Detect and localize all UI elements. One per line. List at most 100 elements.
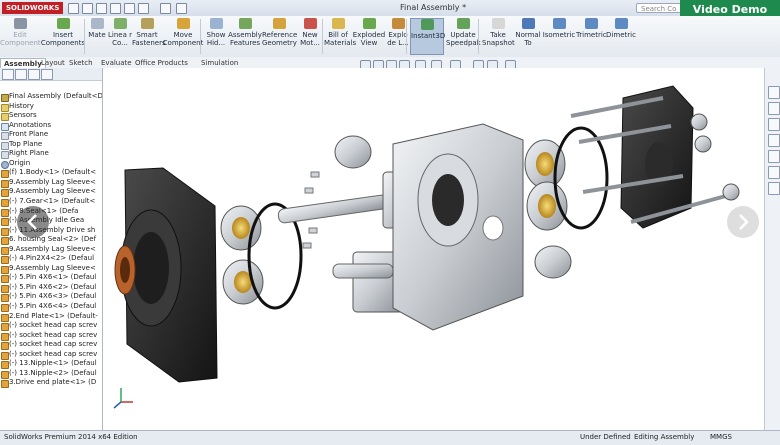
- tree-item[interactable]: (-) 13.Nipple<1> (Defaul: [0, 359, 102, 370]
- tree-item[interactable]: (-) Assembly Idle Gea: [0, 216, 102, 227]
- tree-item[interactable]: Final Assembly (Default<D: [0, 92, 102, 102]
- options-icon[interactable]: [176, 3, 187, 14]
- configuration-manager-tab-icon[interactable]: [28, 69, 40, 80]
- ribbon-button-icon: [552, 18, 566, 29]
- ribbon-button-update-speedpak[interactable]: Update Speedpak: [446, 18, 481, 55]
- tree-item[interactable]: (-) 8.Seal<1> (Defa: [0, 207, 102, 217]
- graphics-area[interactable]: [17, 68, 764, 430]
- ribbon-button-instant3d[interactable]: Instant3D: [410, 18, 445, 55]
- tree-item[interactable]: (-) 5.Pin 4X6<1> (Defaul: [0, 273, 102, 284]
- units-indicator[interactable]: MMGS: [710, 431, 732, 444]
- tree-item[interactable]: (-) 11.Assembly Drive sh: [0, 226, 102, 236]
- tree-item-label: 9.Assembly Lag Sleeve<: [9, 187, 96, 196]
- tree-item[interactable]: 6. housing Seal<2> (Def: [0, 235, 102, 246]
- ribbon-button-label: New Mot...: [300, 31, 320, 47]
- pump-body[interactable]: [392, 123, 524, 331]
- ribbon-button-take-snapshot[interactable]: Take Snapshot: [482, 18, 515, 55]
- solidworks-resources-icon[interactable]: [768, 86, 780, 99]
- ribbon-button-edit-component[interactable]: Edit Component: [0, 18, 41, 55]
- tree-item[interactable]: 9.Assembly Lag Sleeve<: [0, 187, 102, 198]
- tree-item[interactable]: (-) 4.Pin2X4<2> (Defaul: [0, 254, 102, 265]
- tree-item[interactable]: Annotations: [0, 121, 102, 131]
- tree-item[interactable]: 9.Assembly Lag Sleeve<: [0, 245, 102, 255]
- tree-item[interactable]: 2.End Plate<1> (Default-: [0, 312, 102, 322]
- tree-item[interactable]: 9.Assembly Lag Sleeve<: [0, 264, 102, 274]
- exploded-gear-pump-model[interactable]: [103, 68, 764, 430]
- ribbon-button-icon: [420, 19, 434, 30]
- next-slide-button[interactable]: [727, 206, 759, 238]
- tree-item[interactable]: (-) socket head cap screv: [0, 340, 102, 351]
- ribbon-button-show-hid[interactable]: Show Hid...: [204, 18, 228, 55]
- solidworks-logo[interactable]: SOLIDWORKS: [2, 2, 64, 14]
- select-icon[interactable]: [138, 3, 149, 14]
- tree-item[interactable]: (-) 5.Pin 4X6<3> (Defaul: [0, 292, 102, 303]
- ribbon-button-reference-geometry[interactable]: Reference Geometry: [262, 18, 297, 55]
- ribbon-button-linea-r-co[interactable]: Linea r Co...: [108, 18, 132, 55]
- tree-item[interactable]: (-) 5.Pin 4X6<4> (Defaul: [0, 302, 102, 313]
- tree-item[interactable]: (-) socket head cap screv: [0, 321, 102, 332]
- tab-sketch[interactable]: Sketch: [66, 58, 96, 68]
- design-library-icon[interactable]: [768, 102, 780, 115]
- appearances-icon[interactable]: [768, 150, 780, 163]
- tab-layout[interactable]: Layout: [38, 58, 68, 68]
- tree-item[interactable]: 3.Drive end plate<1> (D: [0, 378, 102, 389]
- property-manager-tab-icon[interactable]: [15, 69, 27, 80]
- ribbon-button-assembly-features[interactable]: Assembly Features: [228, 18, 262, 55]
- ribbon-separator: [84, 19, 85, 54]
- display-manager-tab-icon[interactable]: [41, 69, 53, 80]
- tree-item-label: 9.Assembly Lag Sleeve<: [9, 263, 96, 272]
- ribbon-button-bill-of-materials[interactable]: Bill of Materials: [324, 18, 356, 55]
- tree-item[interactable]: (-) socket head cap screv: [0, 350, 102, 360]
- tree-item[interactable]: (-) socket head cap screv: [0, 331, 102, 341]
- ribbon-button-trimetric[interactable]: Trimetric: [576, 18, 607, 55]
- tab-evaluate[interactable]: Evaluate: [98, 58, 135, 68]
- tree-item-label: Right Plane: [9, 149, 49, 158]
- ribbon-button-icon: [614, 18, 628, 29]
- previous-slide-button[interactable]: [17, 206, 49, 238]
- tree-item-label: (-) socket head cap screv: [9, 321, 98, 330]
- tree-item[interactable]: Front Plane: [0, 130, 102, 141]
- new-document-icon[interactable]: [68, 3, 79, 14]
- lag-sleeves-right[interactable]: [524, 126, 609, 231]
- tree-item[interactable]: 9.Assembly Lag Sleeve<: [0, 178, 102, 188]
- tree-item[interactable]: (-) 7.Gear<1> (Default<: [0, 197, 102, 208]
- save-icon[interactable]: [96, 3, 107, 14]
- tree-item[interactable]: Right Plane: [0, 149, 102, 160]
- ribbon-button-normal-to[interactable]: Normal To: [514, 18, 542, 55]
- editing-mode: Editing Assembly: [634, 433, 695, 441]
- ribbon-button-mate[interactable]: Mate: [86, 18, 108, 55]
- tree-item-label: 3.Drive end plate<1> (D: [9, 378, 97, 387]
- tree-item-label: (-) 5.Pin 4X6<1> (Defaul: [9, 273, 97, 282]
- tab-simulation[interactable]: Simulation: [198, 58, 241, 68]
- ribbon-button-icon: [13, 18, 27, 29]
- undo-icon[interactable]: [124, 3, 135, 14]
- ribbon-button-new-mot[interactable]: New Mot...: [296, 18, 324, 55]
- ribbon-button-label: Normal To: [515, 31, 541, 47]
- tree-item[interactable]: (-) 13.Nipple<2> (Defaul: [0, 369, 102, 379]
- open-icon[interactable]: [82, 3, 93, 14]
- tree-item[interactable]: (f) 1.Body<1> (Default<: [0, 168, 102, 179]
- drive-end-plate[interactable]: [114, 167, 218, 383]
- forum-icon[interactable]: [768, 182, 780, 195]
- ribbon-button-smart-fasteners[interactable]: Smart Fasteners: [132, 18, 166, 55]
- tab-office-products[interactable]: Office Products: [132, 58, 191, 68]
- ribbon-button-insert-components[interactable]: Insert Components: [40, 18, 86, 55]
- tree-item[interactable]: Top Plane: [0, 140, 102, 150]
- tree-item[interactable]: (-) 5.Pin 4X6<2> (Defaul: [0, 283, 102, 293]
- chevron-left-icon: [27, 214, 37, 230]
- ribbon-button-exploded-view[interactable]: Exploded View: [352, 18, 386, 55]
- tree-item[interactable]: History: [0, 102, 102, 112]
- ribbon-button-icon: [303, 18, 317, 29]
- feature-manager-tab-icon[interactable]: [2, 69, 14, 80]
- file-explorer-icon[interactable]: [768, 118, 780, 131]
- ribbon-button-isometric[interactable]: Isometric: [542, 18, 576, 55]
- tree-item[interactable]: Sensors: [0, 111, 102, 122]
- ribbon-button-move-component[interactable]: Move Component: [162, 18, 204, 55]
- print-icon[interactable]: [110, 3, 121, 14]
- tree-item[interactable]: Origin: [0, 159, 102, 169]
- ribbon-button-dimetric[interactable]: Dimetric: [606, 18, 636, 55]
- ribbon-button-label: Edit Component: [0, 31, 41, 47]
- view-palette-icon[interactable]: [768, 134, 780, 147]
- custom-properties-icon[interactable]: [768, 166, 780, 179]
- rebuild-icon[interactable]: [160, 3, 171, 14]
